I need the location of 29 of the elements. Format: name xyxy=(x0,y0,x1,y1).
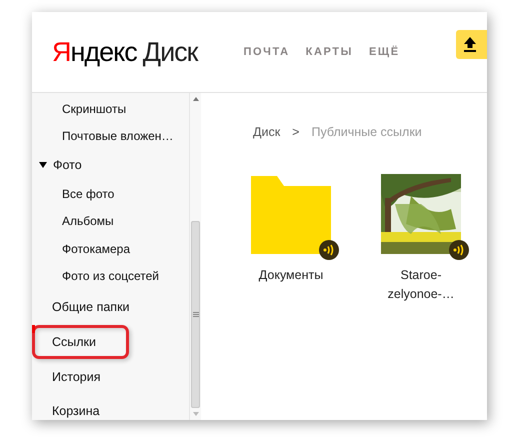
grip-icon xyxy=(192,312,198,317)
sidebar-item[interactable]: Корзина xyxy=(32,394,189,420)
scrollbar-thumb[interactable] xyxy=(191,221,200,408)
nav-link[interactable]: КАРТЫ xyxy=(306,46,353,58)
breadcrumb-separator: > xyxy=(292,125,300,139)
sidebar-item[interactable]: Общие папки xyxy=(32,290,189,324)
file-name[interactable]: Документы xyxy=(251,266,331,285)
file-name[interactable]: Staroe-zelyonoe-… xyxy=(381,266,461,304)
yandex-logo[interactable]: Яндекс xyxy=(52,36,137,68)
scrollbar[interactable] xyxy=(189,93,201,420)
folder-icon[interactable] xyxy=(251,176,331,254)
scroll-down-icon xyxy=(192,412,198,416)
upload-button[interactable] xyxy=(456,30,487,59)
nav-link[interactable]: ЕЩЁ xyxy=(369,46,400,58)
scroll-up-icon xyxy=(192,97,198,101)
breadcrumb-link[interactable]: Диск xyxy=(253,125,280,139)
sidebar-item[interactable]: Фото xyxy=(53,158,82,172)
breadcrumb-current: Публичные ссылки xyxy=(311,125,422,139)
upload-icon xyxy=(464,37,476,52)
sidebar-item[interactable]: Все фото xyxy=(32,180,189,208)
sidebar-item[interactable]: Альбомы xyxy=(32,208,189,235)
sidebar-item[interactable]: Фотокамера xyxy=(32,235,189,262)
product-name: Диск xyxy=(142,36,198,68)
sidebar-item[interactable]: Скриншоты xyxy=(32,95,189,122)
sidebar-item[interactable]: История xyxy=(32,360,189,394)
sidebar-item[interactable]: Ссылки xyxy=(32,325,129,359)
nav-link[interactable]: ПОЧТА xyxy=(243,46,290,58)
sidebar-item[interactable]: Почтовые вложен… xyxy=(32,122,189,150)
sidebar-item[interactable]: Фото из соцсетей xyxy=(32,262,189,290)
